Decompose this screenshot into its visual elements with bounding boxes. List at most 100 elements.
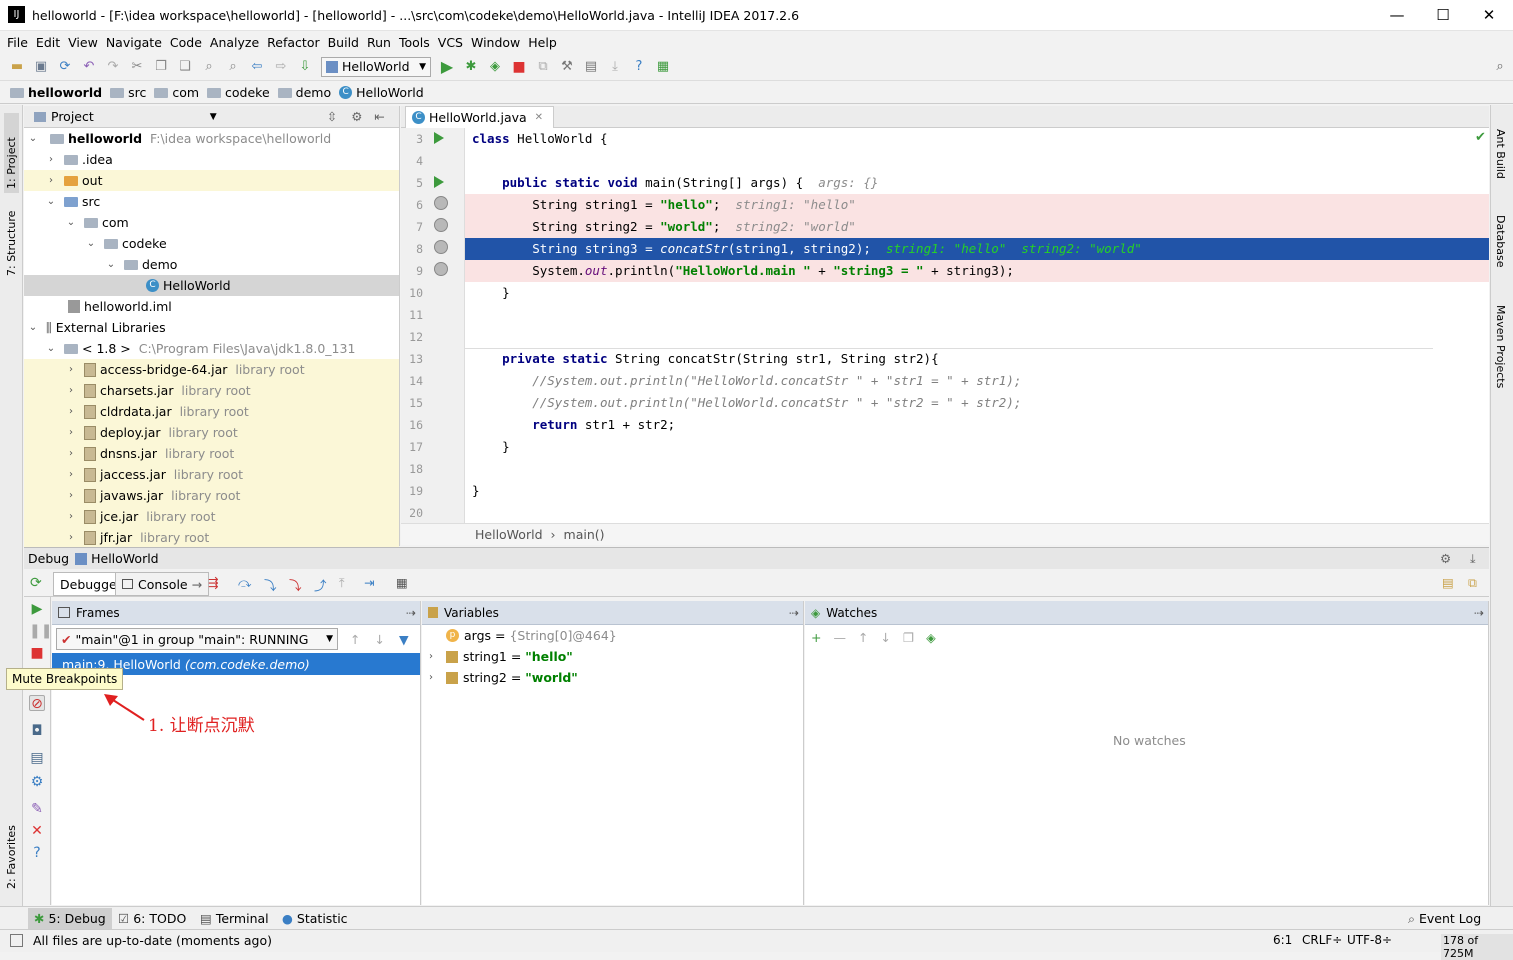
expand-arrow-icon[interactable]: › — [64, 469, 78, 480]
nav-codeke[interactable]: codeke — [207, 85, 270, 100]
forward-icon[interactable]: ⇨ — [272, 58, 290, 76]
minimize-button[interactable]: — — [1374, 0, 1420, 30]
caret-position[interactable]: 6:1 — [1273, 933, 1292, 947]
chevron-down-icon[interactable]: ▼ — [210, 112, 217, 122]
camera-icon[interactable]: ◘ — [29, 723, 45, 739]
expand-arrow-icon[interactable]: ⌄ — [44, 196, 58, 207]
copy-icon[interactable]: ❐ — [903, 630, 914, 645]
infinity-glasses-icon[interactable]: ◈ — [926, 630, 936, 645]
tree-item-jar[interactable]: › cldrdata.jar library root — [24, 401, 399, 422]
maximize-button[interactable]: ☐ — [1420, 0, 1466, 30]
expand-arrow-icon[interactable]: › — [64, 448, 78, 459]
muted-breakpoint-icon[interactable] — [434, 218, 448, 232]
tree-item-jar[interactable]: › jfr.jar library root — [24, 527, 399, 548]
gear-icon[interactable]: ⚙ — [1440, 551, 1451, 566]
menu-help[interactable]: Help — [528, 35, 557, 50]
pin-tab-icon[interactable]: ✎ — [29, 801, 45, 817]
status-toggle-icon[interactable] — [10, 934, 23, 947]
android-icon[interactable]: ▦ — [654, 58, 672, 76]
tree-item-src[interactable]: ⌄ src — [24, 191, 399, 212]
variable-row[interactable]: › string2 = "world" — [422, 667, 803, 688]
tree-item-jar[interactable]: › jaccess.jar library root — [24, 464, 399, 485]
favorites-tool-button[interactable]: 2: Favorites — [4, 813, 19, 893]
nav-helloworld-class[interactable]: C HelloWorld — [339, 85, 424, 100]
close-button[interactable]: ✕ — [1466, 0, 1512, 30]
rerun-icon[interactable]: ⟳ — [30, 575, 42, 591]
arrow-down-icon[interactable]: ↓ — [374, 632, 384, 647]
pin-icon[interactable]: ⇢ — [1474, 606, 1484, 620]
step-into-icon[interactable]: ⤵ — [264, 575, 277, 594]
remove-watch-icon[interactable]: — — [833, 630, 846, 645]
stop-icon[interactable]: ■ — [510, 58, 528, 76]
layout-icon[interactable]: ▤ — [29, 750, 45, 766]
breadcrumb-method[interactable]: main() — [564, 527, 605, 542]
debug-icon[interactable]: ✱ — [462, 58, 480, 76]
close-icon[interactable]: ✕ — [535, 112, 543, 123]
expand-arrow-icon[interactable]: ⌄ — [44, 343, 58, 354]
open-folder-icon[interactable]: ▬ — [8, 58, 26, 76]
pause-icon[interactable]: ❚❚ — [29, 623, 52, 639]
tree-item-jar[interactable]: › access-bridge-64.jar library root — [24, 359, 399, 380]
tree-item-demo[interactable]: ⌄ demo — [24, 254, 399, 275]
ant-build-tool-button[interactable]: Ant Build — [1494, 129, 1507, 199]
editor-gutter[interactable]: 3 4 5 6 7 8 9 10 11 12 13 14 15 16 17 18… — [401, 128, 465, 523]
resume-icon[interactable]: ▶ — [29, 601, 45, 617]
nav-src[interactable]: src — [110, 85, 146, 100]
arrow-down-icon[interactable]: ↓ — [880, 630, 890, 645]
tree-item-jar[interactable]: › charsets.jar library root — [24, 380, 399, 401]
tree-item-helloworld-class[interactable]: C HelloWorld — [24, 275, 399, 296]
tree-item-jar[interactable]: › dnsns.jar library root — [24, 443, 399, 464]
drop-frame-icon[interactable]: ⤒ — [339, 575, 345, 591]
menu-vcs[interactable]: VCS — [438, 35, 463, 50]
settings-icon[interactable]: ⚒ — [558, 58, 576, 76]
run-class-icon[interactable] — [434, 132, 444, 144]
cut-icon[interactable]: ✂ — [128, 58, 146, 76]
tool-window-debug[interactable]: ✱ 5: Debug — [28, 908, 112, 929]
mute-breakpoints-icon[interactable]: ⊘ — [29, 695, 45, 712]
menu-view[interactable]: View — [68, 35, 98, 50]
muted-breakpoint-icon[interactable] — [434, 196, 448, 210]
hide-icon[interactable]: ⇤ — [374, 109, 384, 124]
expand-arrow-icon[interactable]: ⌄ — [104, 259, 118, 270]
tab-helloworld-java[interactable]: C HelloWorld.java ✕ — [405, 106, 555, 128]
database-tool-button[interactable]: Database — [1494, 215, 1507, 285]
paste-icon[interactable]: ❑ — [176, 58, 194, 76]
show-execution-point-icon[interactable]: ⇶ — [208, 575, 218, 590]
memory-indicator[interactable]: 178 of 725M — [1441, 934, 1513, 960]
expand-arrow-icon[interactable]: › — [44, 154, 58, 165]
search-everywhere-icon[interactable]: ⌕ — [1491, 58, 1509, 76]
debug-config-name[interactable]: HelloWorld — [91, 551, 159, 566]
tree-item-com[interactable]: ⌄ com — [24, 212, 399, 233]
tree-item-jar[interactable]: › javaws.jar library root — [24, 485, 399, 506]
collapse-all-icon[interactable]: ⇳ — [327, 109, 337, 124]
file-encoding[interactable]: UTF-8÷ — [1347, 933, 1392, 947]
menu-analyze[interactable]: Analyze — [210, 35, 259, 50]
menu-run[interactable]: Run — [367, 35, 391, 50]
tool-window-terminal[interactable]: ▤ Terminal — [200, 908, 269, 929]
tree-item-root[interactable]: ⌄ helloworld F:\idea workspace\helloworld — [24, 128, 399, 149]
expand-arrow-icon[interactable]: › — [64, 532, 78, 543]
expand-arrow-icon[interactable]: › — [64, 406, 78, 417]
arrow-up-icon[interactable]: ↑ — [858, 630, 868, 645]
menu-edit[interactable]: Edit — [36, 35, 60, 50]
sdk-icon[interactable]: ⤓ — [606, 58, 624, 76]
expand-arrow-icon[interactable]: ⌄ — [84, 238, 98, 249]
code-editor[interactable]: 3 4 5 6 7 8 9 10 11 12 13 14 15 16 17 18… — [401, 128, 1489, 523]
project-view-selector[interactable]: Project — [51, 109, 94, 124]
add-watch-icon[interactable]: + — [811, 630, 821, 645]
help-icon[interactable]: ? — [29, 845, 45, 861]
menu-refactor[interactable]: Refactor — [267, 35, 319, 50]
tree-item-iml[interactable]: helloworld.iml — [24, 296, 399, 317]
menu-code[interactable]: Code — [170, 35, 202, 50]
expand-arrow-icon[interactable]: › — [64, 511, 78, 522]
expand-arrow-icon[interactable]: › — [424, 672, 438, 683]
structure-tool-button[interactable]: 7: Structure — [4, 200, 19, 280]
save-icon[interactable]: ▣ — [32, 58, 50, 76]
expand-arrow-icon[interactable]: › — [424, 651, 438, 662]
expand-arrow-icon[interactable]: › — [64, 364, 78, 375]
menu-window[interactable]: Window — [471, 35, 520, 50]
menu-tools[interactable]: Tools — [399, 35, 430, 50]
replace-icon[interactable]: ⌕ — [224, 58, 242, 76]
run-to-cursor-icon[interactable]: ⇥ — [364, 575, 374, 590]
copy-icon[interactable]: ❐ — [152, 58, 170, 76]
